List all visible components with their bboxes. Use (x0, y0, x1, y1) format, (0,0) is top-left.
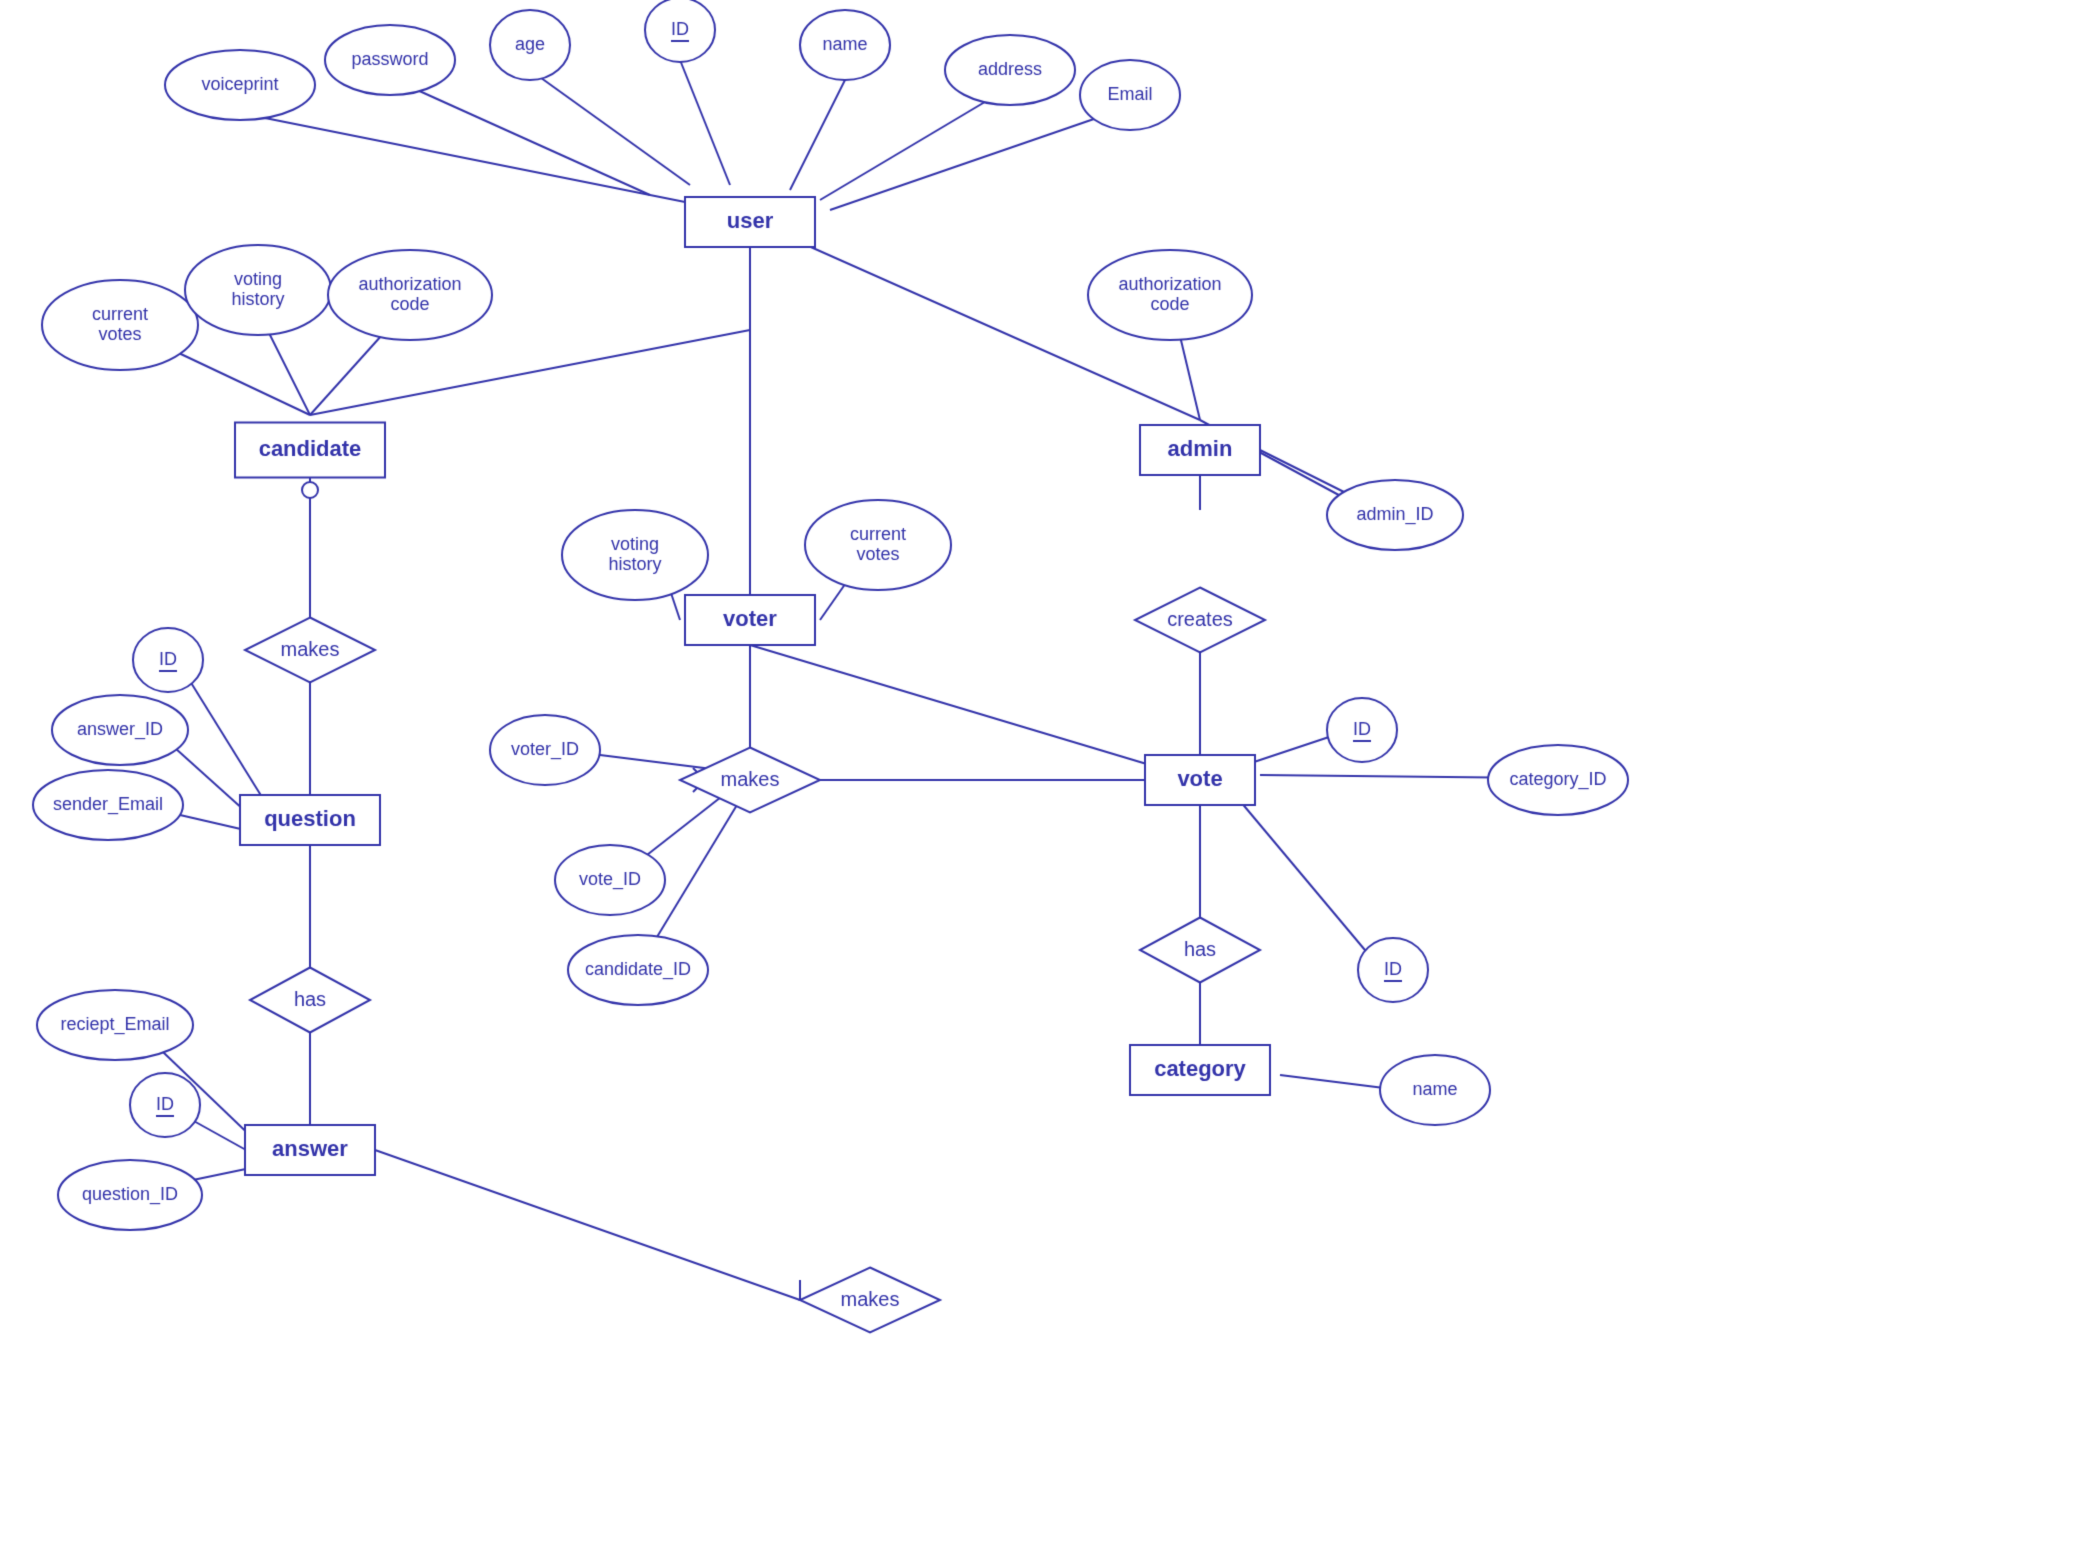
er-diagram (0, 0, 2090, 1566)
